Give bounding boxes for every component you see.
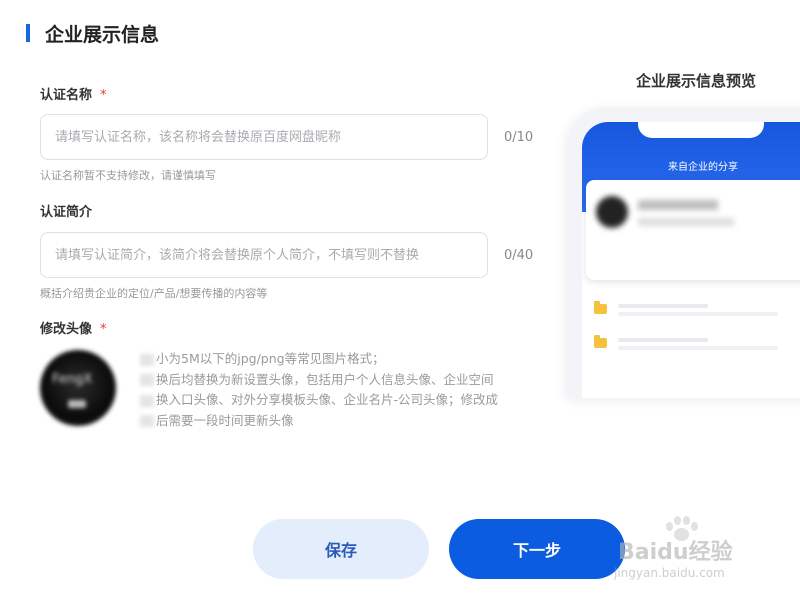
required-mark: * [100,322,107,337]
required-mark: * [100,88,107,103]
title-accent-bar [26,24,30,42]
file-meta-placeholder [618,312,778,316]
cert-name-hint: 认证名称暂不支持修改，请谨慎填写 [40,169,216,182]
cert-name-counter: 0/10 [504,130,534,145]
avatar-desc-line: 后需要一段时间更新头像 [140,411,540,432]
avatar-label-text: 修改头像 [40,322,93,337]
watermark-logo: Baidu经验 [618,540,733,565]
save-button[interactable]: 保存 [253,519,429,579]
baidu-jingyan-watermark: Baidu经验 jingyan.baidu.com [600,512,800,598]
share-name-blurred [638,200,718,210]
phone-screen: 来自企业的分享 [582,122,800,398]
cert-name-label-text: 认证名称 [40,88,93,103]
share-sub-blurred [638,218,734,226]
avatar-label: 修改头像 * [40,318,107,337]
avatar-desc-line: 换入口头像、对外分享模板头像、企业名片-公司头像；修改成 [140,390,540,411]
avatar-description: 小为5M以下的jpg/png等常见图片格式； 换后均替换为新设置头像，包括用户个… [140,349,540,431]
avatar-image-mark [68,400,86,408]
file-row [594,301,800,322]
avatar-desc-line: 小为5M以下的jpg/png等常见图片格式； [140,349,540,370]
phone-preview: 来自企业的分享 [568,108,800,398]
avatar-upload[interactable]: FengX [40,350,116,426]
cert-name-input[interactable] [40,114,488,160]
cert-name-label: 认证名称 * [40,84,107,103]
file-name-placeholder [618,304,708,308]
file-name-placeholder [618,338,708,342]
avatar-desc-line: 换后均替换为新设置头像，包括用户个人信息头像、企业空间 [140,370,540,391]
share-avatar [596,196,628,228]
next-step-button[interactable]: 下一步 [449,519,625,579]
cert-intro-hint: 概括介绍贵企业的定位/产品/想要传播的内容等 [40,287,268,300]
blurred-text [140,353,154,366]
preview-title: 企业展示信息预览 [636,72,757,90]
paw-icon [664,516,698,542]
blurred-text [140,374,154,386]
file-meta-placeholder [618,346,778,350]
cert-intro-counter: 0/40 [504,248,534,263]
phone-notch [638,122,764,138]
file-row [594,335,800,356]
page-title: 企业展示信息 [45,24,160,46]
folder-icon [594,335,607,348]
phone-header-title: 来自企业的分享 [668,162,738,173]
watermark-url: jingyan.baidu.com [614,566,725,580]
share-card [586,180,800,280]
folder-icon [594,301,607,314]
cert-intro-input[interactable] [40,232,488,278]
blurred-text [140,394,154,407]
cert-intro-label: 认证简介 [40,205,93,220]
blurred-text [140,415,154,427]
avatar-image-text: FengX [52,372,93,387]
